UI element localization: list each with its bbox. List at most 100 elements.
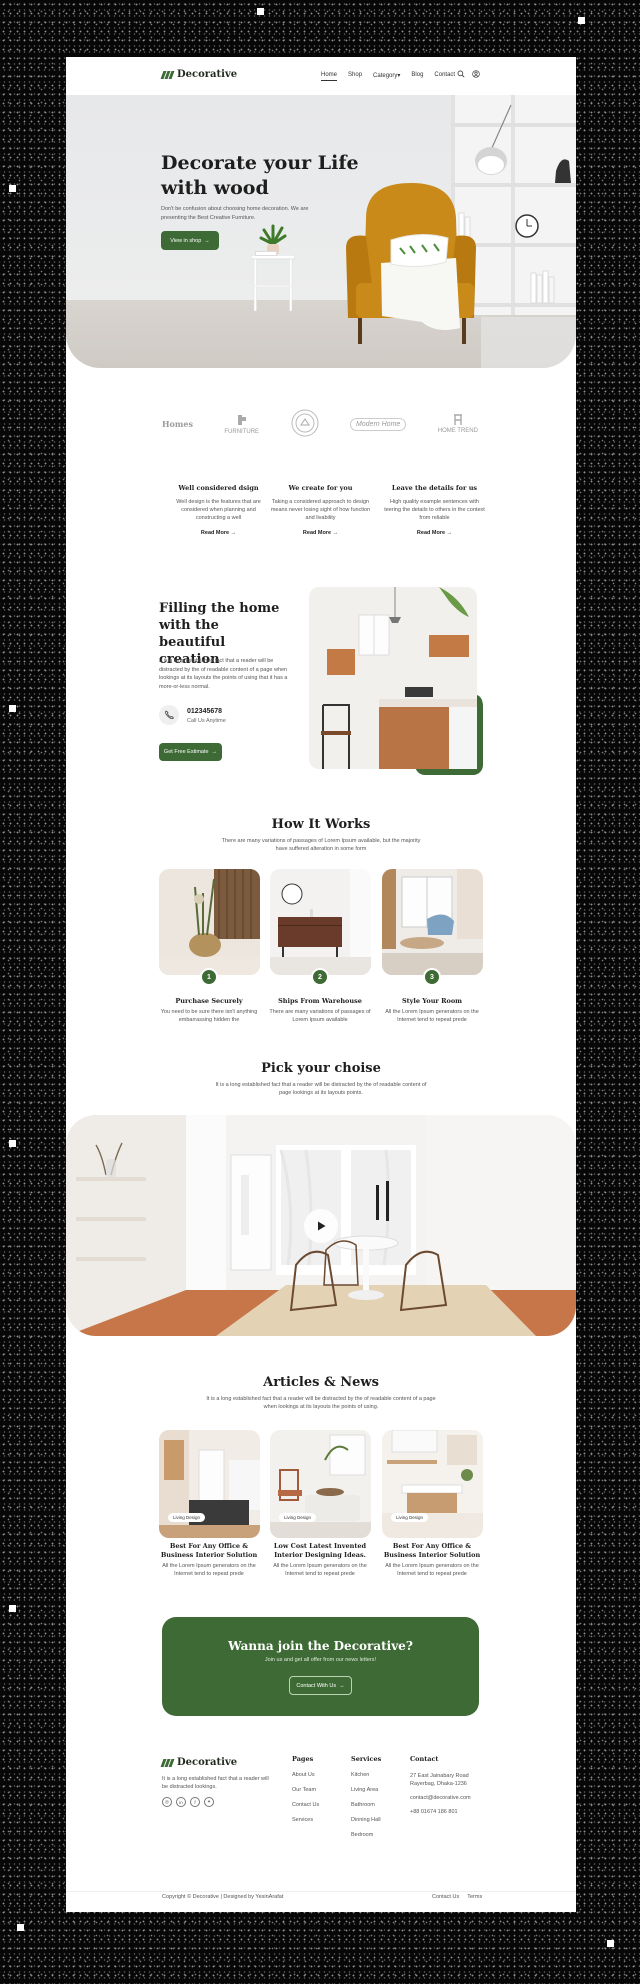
decor-square [9, 1140, 16, 1147]
feature-card: Leave the details for us High quality ex… [382, 484, 487, 536]
brand-logo-furniture: FURNITURE [224, 413, 259, 435]
decor-square [9, 185, 16, 192]
footer-contact-column: Contact 27 East Jainabary Road Rayerbag,… [410, 1755, 480, 1822]
article-title[interactable]: Best For Any Office & Business Interior … [377, 1542, 487, 1559]
article-title[interactable]: Low Cost Latest Invented Interior Design… [265, 1542, 375, 1559]
newsletter-cta: Wanna join the Decorative? Join us and g… [162, 1617, 479, 1716]
step-image-style [382, 869, 483, 975]
side-table-illustration [251, 255, 295, 311]
footer-link[interactable]: Bedroom [351, 1832, 381, 1838]
twitter-icon[interactable]: ✦ [204, 1797, 214, 1807]
read-more-link[interactable]: Read More → [382, 530, 487, 536]
nav-link-blog[interactable]: Blog [411, 72, 423, 81]
footer-link[interactable]: Our Team [292, 1787, 319, 1793]
chair-logo-icon [453, 414, 462, 425]
step-title: Purchase Securely [175, 997, 243, 1005]
step-title: Ships From Warehouse [278, 997, 362, 1005]
read-more-link[interactable]: Read More → [268, 530, 373, 536]
footer-column-title: Services [351, 1755, 382, 1763]
linkedin-icon[interactable]: in [176, 1797, 186, 1807]
arrow-right-icon: → [204, 237, 210, 244]
instagram-icon[interactable]: ◎ [162, 1797, 172, 1807]
facebook-icon[interactable]: f [190, 1797, 200, 1807]
chevron-down-icon: ▾ [397, 73, 401, 79]
hero-section: Decorate your Life with wood Don't be co… [66, 95, 576, 368]
armchair-illustration [346, 183, 476, 344]
navbar: Decorative Home Shop Category▾ Blog Cont… [66, 57, 576, 93]
article-tag: Living Design [391, 1513, 429, 1522]
hero-title: Decorate your Life with wood [161, 152, 359, 199]
step-description: There are many variations of passages of… [269, 1009, 371, 1023]
how-it-works-subtitle: There are many variations of passages of… [221, 838, 421, 852]
legal-links: Contact Us Terms [432, 1894, 482, 1900]
footer-services-column: Services Kitchen Living Area Bathroom Di… [351, 1755, 381, 1847]
footer-pages-column: Pages About Us Our Team Contact Us Servi… [292, 1755, 319, 1832]
nav-link-contact[interactable]: Contact [434, 72, 455, 81]
step-description: All the Lorem Ipsum generators on the In… [385, 1009, 479, 1023]
footer-column-title: Contact [410, 1755, 439, 1763]
how-it-works-title: How It Works [271, 817, 371, 832]
pick-title: Pick your choise [261, 1061, 381, 1076]
arrow-right-icon: → [339, 1682, 345, 1689]
play-button[interactable] [304, 1209, 338, 1243]
arrow-right-icon: → [230, 530, 237, 536]
footer-link[interactable]: Dinning Hall [351, 1817, 381, 1823]
legal-link-terms[interactable]: Terms [467, 1894, 482, 1900]
get-free-estimate-button[interactable]: Get Free Estimate → [159, 743, 222, 761]
brand-logo-modern-home: Modern Home [349, 417, 407, 431]
footer-link[interactable]: Kitchen [351, 1772, 381, 1778]
footer-brand-logo[interactable]: Decorative [160, 1757, 237, 1768]
contact-with-us-button[interactable]: Contact With Us → [289, 1676, 352, 1695]
cta-subtitle: Join us and get all offer from our news … [264, 1657, 377, 1663]
brand-logo-home-trend: HOME TREND [438, 414, 478, 434]
footer-link[interactable]: Living Area [351, 1787, 381, 1793]
copyright-text: Copyright © Decorative | Designed by Yes… [162, 1894, 284, 1900]
brand-logo-seal [291, 409, 319, 439]
step-number-badge: 2 [311, 968, 329, 986]
article-excerpt: All the Lorem Ipsum generators on the In… [162, 1563, 256, 1577]
feature-card: We create for you Taking a considered ap… [268, 484, 373, 536]
article-title[interactable]: Best For Any Office & Business Interior … [154, 1542, 264, 1559]
footer-link[interactable]: Services [292, 1817, 319, 1823]
step-image-purchase [159, 869, 260, 975]
footer-link[interactable]: About Us [292, 1772, 319, 1778]
brand-logo-homes: Homes [162, 419, 193, 429]
logo-mark-icon [160, 70, 175, 79]
arrow-right-icon: → [211, 749, 218, 755]
decor-square [9, 705, 16, 712]
articles-subtitle: It is a long established fact that a rea… [206, 1396, 436, 1410]
footer-link[interactable]: Contact Us [292, 1802, 319, 1808]
brand-logos: Homes FURNITURE Modern Home HOME TREND [162, 409, 478, 439]
filling-text: It is a long established fact that a rea… [159, 658, 288, 690]
nav-link-home[interactable]: Home [321, 72, 338, 81]
arrow-right-icon: → [446, 530, 453, 536]
pick-subtitle: It is a long established fact that a rea… [215, 1082, 427, 1096]
read-more-label: Read More [416, 530, 446, 536]
brand-logo-homes-text: Homes [162, 419, 193, 429]
footer-link[interactable]: Bathroom [351, 1802, 381, 1808]
footer-column-title: Pages [292, 1755, 314, 1763]
decor-square [578, 17, 585, 24]
footer-description: It is a long established fact that a rea… [162, 1776, 269, 1790]
step-number-badge: 1 [200, 968, 218, 986]
social-links: ◎ in f ✦ [162, 1797, 214, 1807]
search-icon[interactable] [457, 70, 465, 78]
nav-link-shop[interactable]: Shop [348, 72, 362, 81]
step-image-ships [270, 869, 371, 975]
footer-phone[interactable]: +88 01674 186 801 [410, 1808, 480, 1816]
footer-email[interactable]: contact@decorative.com [410, 1794, 480, 1802]
decor-square [607, 1940, 614, 1947]
decor-square [9, 1605, 16, 1612]
brand-logo-furniture-text: FURNITURE [224, 429, 260, 435]
read-more-link[interactable]: Read More → [166, 530, 271, 536]
brand-logo[interactable]: Decorative [160, 69, 237, 80]
nav-link-category[interactable]: Category▾ [373, 72, 400, 81]
nav-link-category-label: Category [373, 73, 398, 79]
phone-label: Call Us Anytime [187, 718, 226, 724]
landing-page: Decorative Home Shop Category▾ Blog Cont… [66, 57, 576, 1912]
view-in-shop-button[interactable]: View in shop → [161, 231, 219, 250]
kitchen-image [309, 587, 483, 775]
legal-link-contact[interactable]: Contact Us [432, 1894, 459, 1900]
seal-logo-icon [291, 409, 318, 437]
user-icon[interactable] [472, 70, 480, 78]
